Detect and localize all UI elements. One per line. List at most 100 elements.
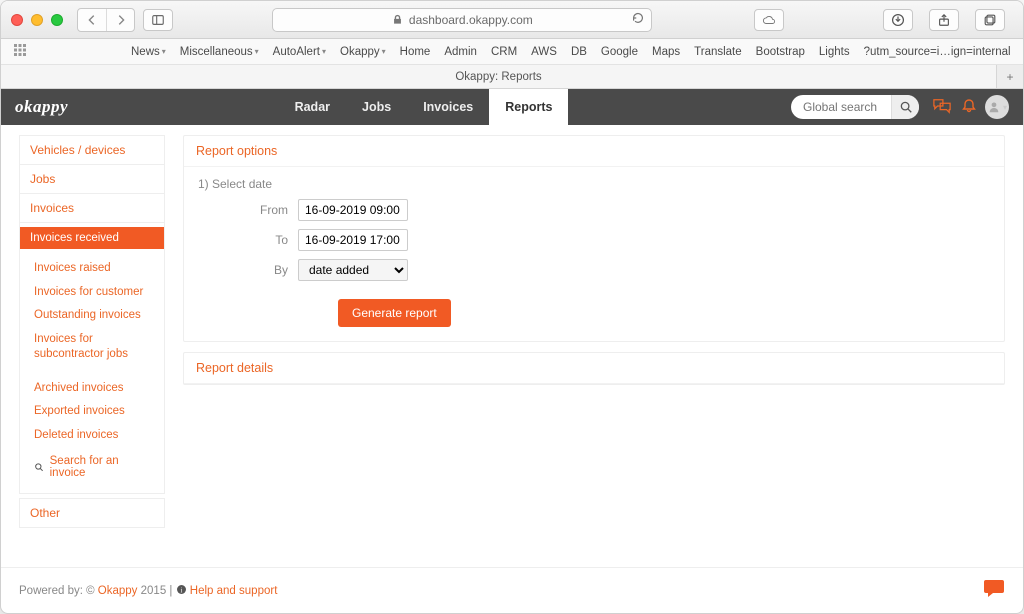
search-icon	[899, 100, 913, 114]
download-button[interactable]	[883, 9, 913, 31]
reload-button[interactable]	[631, 11, 645, 28]
bookmark-item[interactable]: Translate	[694, 46, 742, 58]
content-area: Report options 1) Select date From To By	[183, 135, 1005, 567]
bookmark-item[interactable]: ?utm_source=i…ign=internal	[864, 46, 1011, 58]
bookmark-item[interactable]: Admin	[444, 46, 477, 58]
browser-window: dashboard.okappy.com News▾Miscellaneou	[0, 0, 1024, 614]
apps-icon[interactable]	[13, 43, 27, 60]
sidebar-item[interactable]: Vehicles / devices	[19, 135, 165, 165]
from-label: From	[198, 203, 298, 217]
sidebar-sub-link[interactable]: Deleted invoices	[20, 424, 164, 448]
sidebar-sub-link[interactable]: Invoices raised	[20, 257, 164, 281]
bookmark-item[interactable]: Maps	[652, 46, 680, 58]
browser-tab[interactable]: Okappy: Reports	[1, 65, 997, 88]
global-search-input[interactable]	[791, 95, 891, 119]
svg-text:i: i	[180, 587, 182, 594]
main-nav: RadarJobsInvoicesReports	[279, 89, 569, 125]
window-close-button[interactable]	[11, 14, 23, 26]
bookmark-item[interactable]: Miscellaneous▾	[180, 46, 259, 58]
to-row: To	[198, 229, 990, 251]
page-body: Vehicles / devicesJobsInvoices Invoices …	[1, 125, 1023, 567]
panel-title: Report options	[184, 136, 1004, 167]
from-row: From	[198, 199, 990, 221]
nav-tab-jobs[interactable]: Jobs	[346, 89, 407, 125]
bookmark-item[interactable]: News▾	[131, 46, 166, 58]
from-input[interactable]	[298, 199, 408, 221]
nav-tab-reports[interactable]: Reports	[489, 89, 568, 125]
generate-report-button[interactable]: Generate report	[338, 299, 451, 327]
sidebar-sub-link[interactable]: Invoices for subcontractor jobs	[20, 328, 164, 367]
global-search-button[interactable]	[891, 95, 919, 119]
bookmark-item[interactable]: Bootstrap	[756, 46, 805, 58]
to-input[interactable]	[298, 229, 408, 251]
info-icon: i	[176, 584, 187, 595]
url-text: dashboard.okappy.com	[409, 13, 533, 27]
sidebar-item[interactable]: Invoices	[19, 193, 165, 223]
lock-icon	[392, 14, 403, 25]
bookmark-item[interactable]: Google	[601, 46, 638, 58]
chat-bubble-icon[interactable]	[983, 578, 1005, 603]
tab-title: Okappy: Reports	[455, 71, 541, 83]
messages-icon[interactable]	[933, 98, 951, 117]
panel-title: Report details	[184, 353, 1004, 384]
sidebar-item[interactable]: Jobs	[19, 164, 165, 194]
footer-brand-link[interactable]: Okappy	[98, 585, 138, 597]
user-menu[interactable]: ▾	[985, 95, 1009, 119]
sidebar-sub-link[interactable]: Archived invoices	[20, 377, 164, 401]
chevron-down-icon: ▾	[382, 47, 386, 56]
mac-titlebar: dashboard.okappy.com	[1, 1, 1023, 39]
step-label: 1) Select date	[198, 177, 990, 191]
bookmark-item[interactable]: DB	[571, 46, 587, 58]
new-tab-button[interactable]: +	[997, 65, 1023, 88]
toolbar-right	[883, 9, 1013, 31]
nav-tab-invoices[interactable]: Invoices	[407, 89, 489, 125]
by-row: By date added	[198, 259, 990, 281]
nav-tab-radar[interactable]: Radar	[279, 89, 346, 125]
forward-button[interactable]	[106, 9, 134, 31]
bookmark-item[interactable]: AWS	[531, 46, 557, 58]
sidebar-sub-link[interactable]: Invoices for customer	[20, 281, 164, 305]
help-link[interactable]: Help and support	[190, 585, 278, 597]
chevron-down-icon: ▾	[322, 47, 326, 56]
global-search	[791, 95, 919, 119]
bookmark-item[interactable]: CRM	[491, 46, 517, 58]
logo[interactable]: okappy	[15, 97, 68, 117]
footer: Powered by: © Okappy 2015 | i Help and s…	[1, 567, 1023, 613]
to-label: To	[198, 233, 298, 247]
sidebar: Vehicles / devicesJobsInvoices Invoices …	[19, 135, 165, 567]
bookmark-item[interactable]: Okappy▾	[340, 46, 386, 58]
sidebar-item-other[interactable]: Other	[19, 498, 165, 528]
search-icon	[34, 462, 45, 473]
sidebar-submenu: Invoices received Invoices raisedInvoice…	[19, 222, 165, 494]
search-invoice-label: Search for an invoice	[50, 455, 154, 479]
bookmark-item[interactable]: Lights	[819, 46, 850, 58]
share-button[interactable]	[929, 9, 959, 31]
sidebar-sub-link[interactable]: Outstanding invoices	[20, 304, 164, 328]
report-options-panel: Report options 1) Select date From To By	[183, 135, 1005, 342]
sidebar-active-item[interactable]: Invoices received	[20, 227, 164, 249]
back-button[interactable]	[78, 9, 106, 31]
report-details-panel: Report details	[183, 352, 1005, 385]
bookmark-item[interactable]: Home	[400, 46, 431, 58]
by-select[interactable]: date added	[298, 259, 408, 281]
tabs-button[interactable]	[975, 9, 1005, 31]
traffic-lights	[11, 14, 63, 26]
app-header: okappy RadarJobsInvoicesReports ▾	[1, 89, 1023, 125]
notifications-icon[interactable]	[961, 98, 977, 117]
bookmark-item[interactable]: AutoAlert▾	[273, 46, 326, 58]
bookmarks-bar: News▾ Miscellaneous▾ AutoAlert▾ Okappy▾ Home…	[1, 39, 1023, 65]
nav-back-forward	[77, 8, 135, 32]
address-bar[interactable]: dashboard.okappy.com	[272, 8, 652, 32]
tab-strip: Okappy: Reports +	[1, 65, 1023, 89]
header-icons	[933, 98, 977, 117]
panel-body: 1) Select date From To By date added	[184, 167, 1004, 341]
by-label: By	[198, 263, 298, 277]
window-zoom-button[interactable]	[51, 14, 63, 26]
chevron-down-icon: ▾	[255, 47, 259, 56]
window-minimize-button[interactable]	[31, 14, 43, 26]
sidebar-toggle-button[interactable]	[143, 9, 173, 31]
footer-text: Powered by: © Okappy 2015 | i Help and s…	[19, 584, 277, 597]
search-invoice-link[interactable]: Search for an invoice	[20, 447, 164, 485]
sidebar-sub-link[interactable]: Exported invoices	[20, 400, 164, 424]
cloud-button[interactable]	[754, 9, 784, 31]
